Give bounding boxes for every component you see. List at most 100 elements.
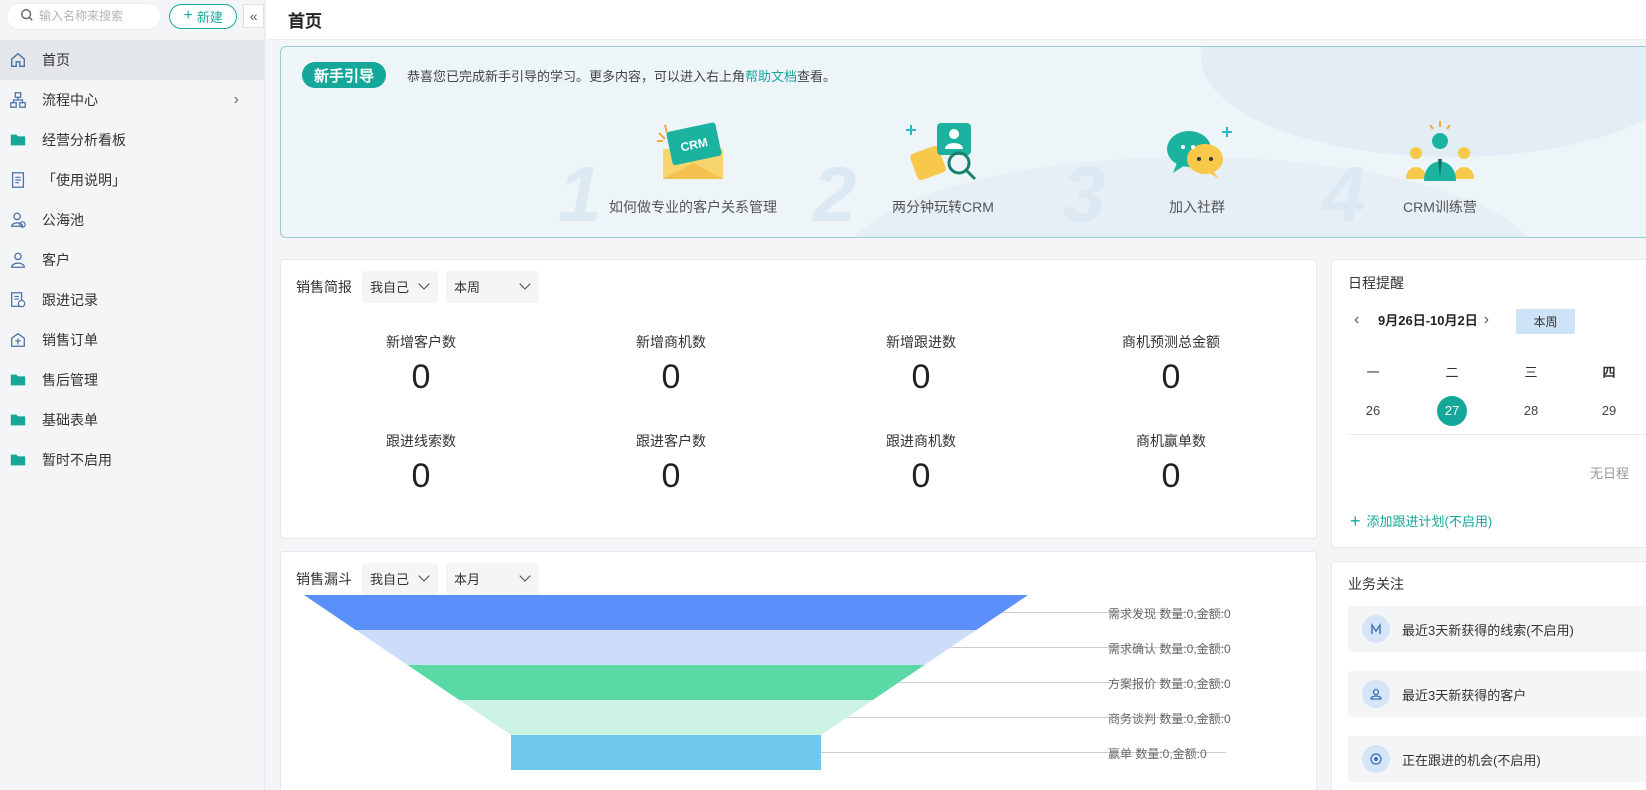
guide-card-label: 两分钟玩转CRM — [892, 199, 994, 215]
guide-card-label: 如何做专业的客户关系管理 — [609, 199, 777, 215]
plus-icon: + — [1350, 510, 1361, 531]
customer-icon — [1362, 680, 1390, 708]
stat-new-opportunities[interactable]: 新增商机数 0 — [571, 332, 771, 397]
calendar-day[interactable]: 29 — [1594, 396, 1624, 426]
sidebar-item-sales-orders[interactable]: 销售订单 — [0, 320, 264, 360]
stat-label: 商机预测总金额 — [1122, 334, 1220, 350]
stat-value: 0 — [1161, 358, 1181, 396]
guide-card-quick-start[interactable]: 2 两分钟玩转CRM — [813, 113, 1043, 237]
sidebar-item-usage-guide[interactable]: 「使用说明」 — [0, 160, 264, 200]
record-icon — [8, 290, 28, 310]
stat-label: 新增商机数 — [636, 334, 706, 350]
guide-card-label: 加入社群 — [1169, 199, 1225, 215]
guide-card-crm-training[interactable]: 4 CRM训练营 — [1322, 113, 1540, 237]
stat-won-deals[interactable]: 商机赢单数 0 — [1071, 431, 1271, 496]
onboarding-tag: 新手引导 — [302, 62, 386, 88]
onboarding-banner: 新手引导 恭喜您已完成新手引导的学习。更多内容，可以进入右上角帮助文档查看。 1… — [280, 46, 1646, 238]
stat-label: 新增客户数 — [386, 334, 456, 350]
search-icon — [20, 8, 34, 25]
calendar-day[interactable]: 28 — [1516, 396, 1546, 426]
sidebar-item-follow-records[interactable]: 跟进记录 — [0, 280, 264, 320]
focus-item-label: 最近3天新获得的线索(不启用) — [1402, 622, 1574, 638]
funnel-stage[interactable] — [459, 700, 873, 735]
sidebar-item-analytics-board[interactable]: 经营分析看板 — [0, 120, 264, 160]
stat-label: 商机赢单数 — [1136, 433, 1206, 449]
sidebar-item-home[interactable]: 首页 — [0, 40, 264, 80]
panel-title: 销售简报 — [296, 278, 352, 295]
double-chevron-left-icon: « — [249, 8, 258, 24]
weekday-label: 二 — [1445, 365, 1459, 380]
stat-new-followups[interactable]: 新增跟进数 0 — [821, 332, 1021, 397]
sidebar-item-label: 跟进记录 — [42, 292, 98, 308]
funnel-stage[interactable] — [511, 735, 821, 770]
stat-value: 0 — [911, 457, 931, 495]
panel-title: 日程提醒 — [1348, 275, 1404, 291]
focus-item-active-opportunities[interactable]: 正在跟进的机会(不启用) — [1348, 736, 1646, 782]
funnel-stage-label: 需求发现 数量:0,金额:0 — [1108, 606, 1231, 621]
funnel-stage-label: 赢单 数量:0,金额:0 — [1108, 746, 1207, 761]
focus-item-new-leads[interactable]: 最近3天新获得的线索(不启用) — [1348, 606, 1646, 652]
panel-header: 销售简报 我自己 本周 — [281, 260, 1316, 303]
crm-envelope-icon: CRM — [593, 113, 793, 185]
calendar-day[interactable]: 26 — [1358, 396, 1388, 426]
guide-card-label: CRM训练营 — [1403, 199, 1477, 215]
funnel-stage[interactable] — [407, 665, 925, 700]
add-follow-plan-link[interactable]: + 添加跟进计划(不启用) — [1350, 511, 1492, 530]
new-button-label: 新建 — [196, 9, 223, 25]
sidebar-item-public-pool[interactable]: 公海池 — [0, 200, 264, 240]
stat-label: 跟进客户数 — [636, 433, 706, 449]
stat-new-customers[interactable]: 新增客户数 0 — [321, 332, 521, 397]
sidebar-item-basic-forms[interactable]: 基础表单 — [0, 400, 264, 440]
stat-forecast-amount[interactable]: 商机预测总金额 0 — [1071, 332, 1271, 397]
stat-followed-opportunities[interactable]: 跟进商机数 0 — [821, 431, 1021, 496]
sidebar-item-label: 经营分析看板 — [42, 132, 126, 148]
new-button[interactable]: + 新建 — [169, 3, 238, 29]
sidebar-nav: 首页 流程中心 › 经营分析看板 「使用说明」 公海池 客户 跟进记录 销售订单… — [0, 40, 264, 480]
chevron-right-icon[interactable]: › — [1484, 311, 1502, 329]
sidebar-item-label: 售后管理 — [42, 372, 98, 388]
week-navigator: ‹ 9月26日-10月2日 › — [1354, 310, 1502, 329]
onboarding-message: 恭喜您已完成新手引导的学习。更多内容，可以进入右上角帮助文档查看。 — [407, 66, 836, 85]
opportunity-icon — [1362, 745, 1390, 773]
stat-followed-customers[interactable]: 跟进客户数 0 — [571, 431, 771, 496]
stat-label: 新增跟进数 — [886, 334, 956, 350]
sidebar-item-label: 公海池 — [42, 212, 84, 228]
divider — [1348, 434, 1646, 435]
stat-followed-leads[interactable]: 跟进线索数 0 — [321, 431, 521, 496]
sidebar-item-label: 流程中心 — [42, 92, 98, 108]
owner-select[interactable]: 我自己 — [362, 270, 438, 303]
funnel-stage[interactable] — [355, 630, 977, 665]
guide-card-join-community[interactable]: 3 加入社群 — [1062, 113, 1297, 237]
guide-card-crm-management[interactable]: 1 CRM 如何做专业的客户关系管理 — [558, 113, 793, 237]
this-week-button[interactable]: 本周 — [1516, 309, 1575, 334]
sidebar-item-flow-center[interactable]: 流程中心 › — [0, 80, 264, 120]
folder-icon — [8, 370, 28, 390]
user-pool-icon — [8, 210, 28, 230]
period-select[interactable]: 本周 — [446, 270, 539, 303]
panel-title: 业务关注 — [1348, 576, 1404, 592]
search-input[interactable] — [39, 9, 159, 23]
sidebar-item-disabled[interactable]: 暂时不启用 — [0, 440, 264, 480]
funnel-stage-label: 商务谈判 数量:0,金额:0 — [1108, 711, 1231, 726]
funnel-stage-label: 方案报价 数量:0,金额:0 — [1108, 676, 1231, 691]
focus-item-new-customers[interactable]: 最近3天新获得的客户 — [1348, 671, 1646, 717]
focus-item-label: 正在跟进的机会(不启用) — [1402, 752, 1541, 768]
team-icon — [1340, 113, 1540, 185]
sidebar-item-customer[interactable]: 客户 — [0, 240, 264, 280]
help-docs-link[interactable]: 帮助文档 — [745, 69, 797, 84]
stat-label: 跟进商机数 — [886, 433, 956, 449]
page-title: 首页 — [288, 12, 322, 31]
sidebar-item-after-sales[interactable]: 售后管理 — [0, 360, 264, 400]
onboarding-text-end: 查看。 — [797, 69, 837, 84]
weekday-label: 四 — [1602, 365, 1616, 380]
chevron-left-icon[interactable]: ‹ — [1354, 311, 1372, 329]
stat-value: 0 — [661, 457, 681, 495]
stat-label: 跟进线索数 — [386, 433, 456, 449]
search-box[interactable] — [6, 2, 162, 30]
page-header: 首页 — [266, 0, 1646, 40]
calendar-day-today[interactable]: 27 — [1437, 396, 1467, 426]
funnel-stage[interactable] — [304, 595, 1028, 630]
collapse-sidebar-button[interactable]: « — [243, 4, 264, 28]
sidebar-item-label: 客户 — [42, 252, 70, 268]
stat-value: 0 — [1161, 457, 1181, 495]
